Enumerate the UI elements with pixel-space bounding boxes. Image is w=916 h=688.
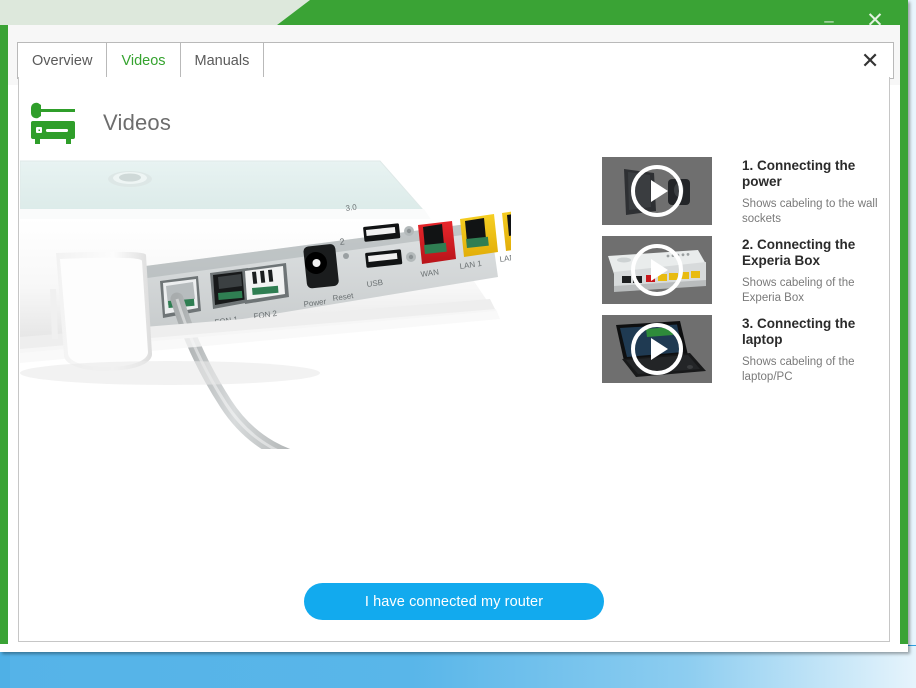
laptop-thumbnail[interactable] <box>602 314 712 383</box>
video-item-1[interactable]: 1. Connecting the power Shows cabeling t… <box>602 157 882 227</box>
svg-text:3.0: 3.0 <box>345 202 358 213</box>
play-icon[interactable] <box>631 165 683 217</box>
play-icon[interactable] <box>631 243 683 296</box>
window-right-rail <box>900 25 908 652</box>
video-item-3[interactable]: 3. Connecting the laptop Shows cabeling … <box>602 314 882 385</box>
page-title: Videos <box>103 110 172 135</box>
power-adapter-thumbnail[interactable] <box>602 157 712 225</box>
tab-videos-label: Videos <box>121 52 166 69</box>
content-panel: Videos FON 2 Power Reset USB WAN LAN 1 L… <box>18 77 890 642</box>
window-bottom-rail <box>0 644 908 652</box>
video-meta-3: 3. Connecting the laptop Shows cabeling … <box>742 315 882 385</box>
play-triangle <box>651 337 668 360</box>
video-item-2[interactable]: 2. Connecting the Experia Box Shows cabe… <box>602 235 882 306</box>
application-window: – ✕ Overview Videos Manuals ✕ Videos FON… <box>0 0 908 652</box>
content-close-icon[interactable]: ✕ <box>861 49 879 72</box>
tab-manuals[interactable]: Manuals <box>179 42 264 79</box>
video-description-1: Shows cabeling to the wall sockets <box>742 197 878 225</box>
taskbar-left-edge <box>0 646 10 688</box>
play-triangle <box>651 180 668 202</box>
video-title-1: 1. Connecting the power <box>742 158 856 190</box>
video-list: 1. Connecting the power Shows cabeling t… <box>602 157 882 393</box>
router-photo: DSL / TEL FON 1 FON 2 Power Reset USB WA… <box>20 159 511 449</box>
router-modem-icon <box>29 99 81 147</box>
connected-router-button[interactable]: I have connected my router <box>304 583 604 620</box>
cta-container: I have connected my router <box>19 583 889 620</box>
tab-strip-filler: ✕ <box>263 42 895 79</box>
experia-box-thumbnail[interactable] <box>602 235 712 304</box>
tab-videos[interactable]: Videos <box>106 42 180 79</box>
tab-list: Overview Videos Manuals ✕ <box>17 42 895 79</box>
window-left-rail <box>0 25 8 652</box>
play-triangle <box>651 258 668 281</box>
video-description-3: Shows cabeling of the laptop/PC <box>742 355 855 383</box>
tab-manuals-label: Manuals <box>194 52 250 69</box>
tab-overview-label: Overview <box>32 52 93 69</box>
video-title-2: 2. Connecting the Experia Box <box>742 236 856 269</box>
video-meta-2: 2. Connecting the Experia Box Shows cabe… <box>742 236 882 306</box>
tab-strip: Overview Videos Manuals ✕ <box>8 25 900 85</box>
play-icon[interactable] <box>631 322 683 375</box>
page-header: Videos <box>29 99 171 147</box>
video-description-2: Shows cabeling of the Experia Box <box>742 276 855 304</box>
tab-overview[interactable]: Overview <box>17 42 107 79</box>
video-title-3: 3. Connecting the laptop <box>742 315 856 348</box>
video-meta-1: 1. Connecting the power Shows cabeling t… <box>742 157 882 227</box>
